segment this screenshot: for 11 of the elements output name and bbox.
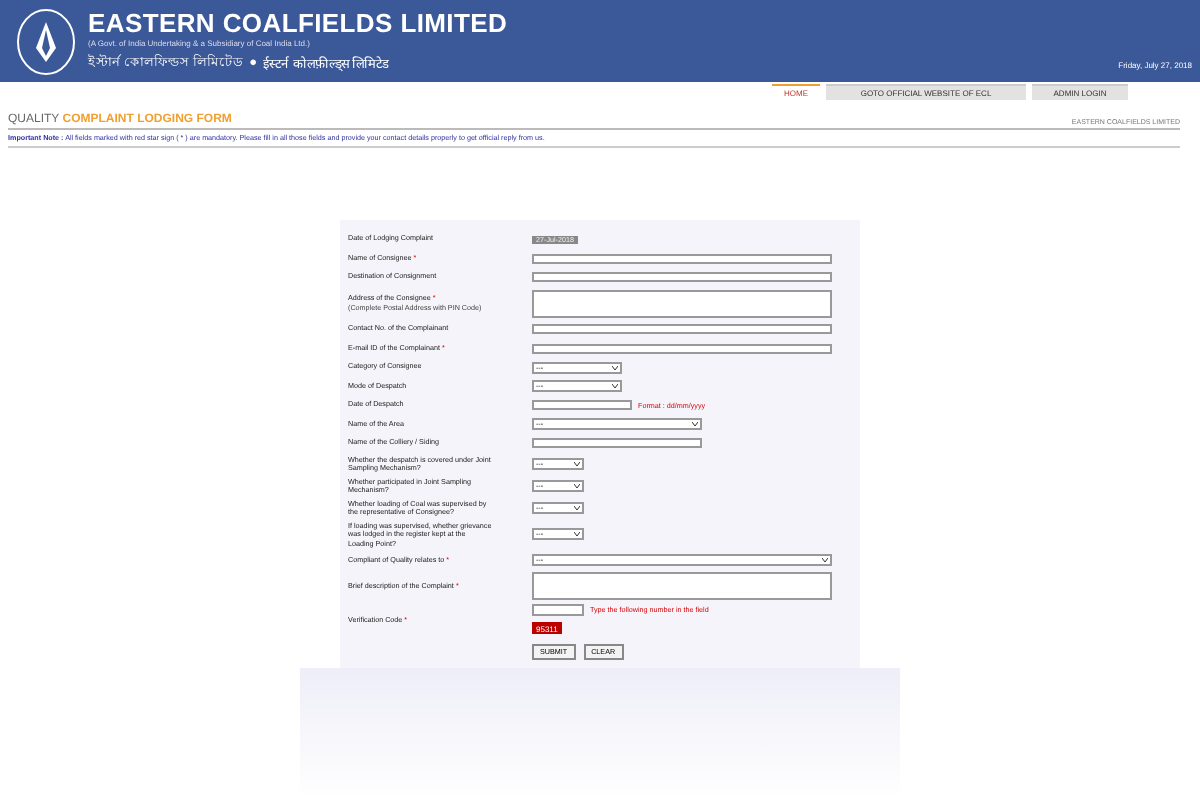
date-field[interactable] (532, 400, 632, 410)
text-area[interactable] (532, 289, 832, 317)
company-title: EASTERN COALFIELDS LIMITED (88, 8, 508, 38)
code-field[interactable] (532, 604, 584, 617)
text-area[interactable] (532, 571, 832, 600)
text-field[interactable] (532, 343, 832, 353)
text-field[interactable] (532, 438, 702, 448)
text-field[interactable] (532, 324, 832, 334)
emblem-logo-icon (16, 7, 76, 75)
text-field[interactable] (532, 253, 832, 263)
text-field[interactable] (532, 272, 832, 282)
